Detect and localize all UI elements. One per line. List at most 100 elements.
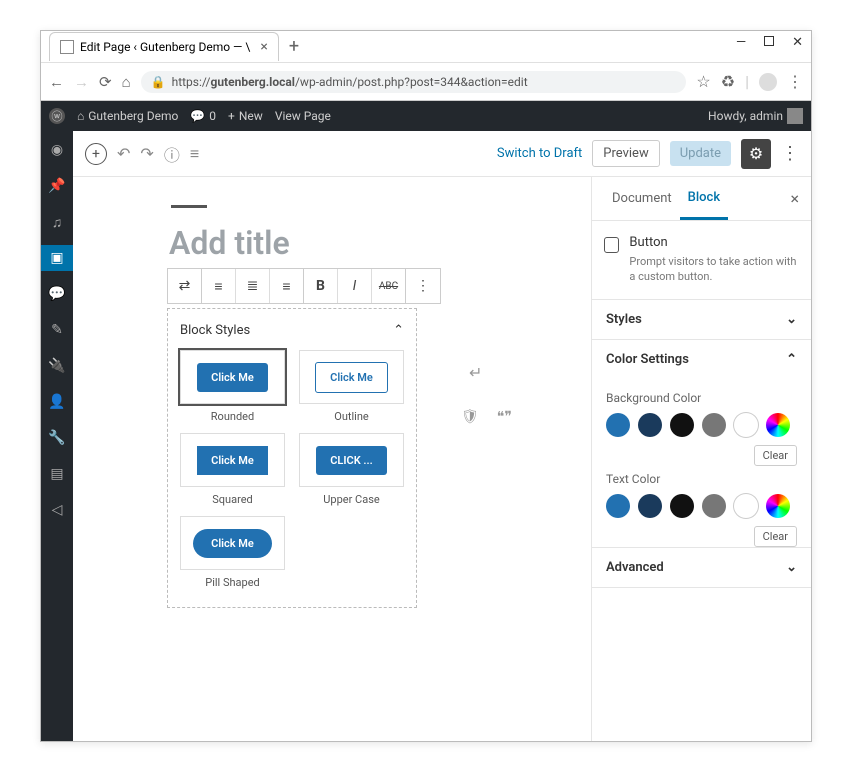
wp-logo-icon[interactable]: ⓦ: [49, 108, 65, 124]
add-block-button[interactable]: +: [85, 143, 107, 165]
color-swatch[interactable]: [606, 494, 630, 518]
block-more-icon[interactable]: ⋮: [406, 269, 440, 303]
redo-icon[interactable]: ↷: [140, 144, 153, 163]
demo-button-outline: Click Me: [315, 362, 388, 393]
switch-to-draft-button[interactable]: Switch to Draft: [497, 146, 582, 161]
style-preview-squared[interactable]: Click Me: [180, 433, 285, 487]
url-input[interactable]: 🔒 https://gutenberg.local/wp-admin/post.…: [141, 71, 687, 93]
color-swatch[interactable]: [670, 494, 694, 518]
recycle-icon[interactable]: ♻: [721, 72, 735, 91]
post-title-input[interactable]: Add title: [169, 224, 591, 262]
color-swatch[interactable]: [702, 413, 726, 437]
forward-icon[interactable]: →: [74, 73, 89, 91]
clear-bg-color-button[interactable]: Clear: [754, 445, 797, 466]
align-left-icon[interactable]: ≡: [202, 269, 236, 303]
block-title: Button: [629, 235, 799, 250]
browser-tab[interactable]: Edit Page ‹ Gutenberg Demo — \ ×: [49, 32, 279, 61]
preview-button[interactable]: Preview: [592, 140, 659, 167]
nav-dashboard-icon[interactable]: ◉: [41, 137, 73, 163]
bg-color-swatches: [606, 413, 797, 437]
sidebar-tabs: Document Block ×: [592, 177, 811, 221]
tab-document[interactable]: Document: [604, 179, 680, 218]
color-swatch[interactable]: [734, 494, 758, 518]
panel-color-label: Color Settings: [606, 352, 689, 367]
panel-advanced: Advanced ⌄: [592, 548, 811, 588]
comment-icon: 💬: [190, 109, 205, 123]
color-swatch[interactable]: [766, 413, 790, 437]
style-card-squared: Click MeSquared: [180, 433, 285, 506]
wp-admin-sidebar: ◉ 📌 ♫ ▣ 💬 ✎ 🔌 👤 🔧 ▤ ◁: [41, 131, 73, 741]
demo-button-squared: Click Me: [197, 446, 268, 475]
demo-button-upper: CLICK ...: [316, 446, 387, 475]
nav-media-icon[interactable]: ♫: [41, 209, 73, 235]
nav-comments-icon[interactable]: 💬: [41, 281, 73, 307]
adminbar-howdy[interactable]: Howdy, admin: [708, 108, 803, 124]
close-window-icon[interactable]: ✕: [792, 35, 803, 50]
back-icon[interactable]: ←: [49, 73, 64, 91]
reload-icon[interactable]: ⟳: [99, 73, 112, 91]
wp-admin-bar: ⓦ ⌂Gutenberg Demo 💬0 +New View Page Howd…: [41, 101, 811, 131]
profile-avatar-icon[interactable]: [759, 73, 777, 91]
nav-settings-icon[interactable]: ▤: [41, 461, 73, 487]
adminbar-new[interactable]: +New: [228, 109, 263, 123]
style-label: Rounded: [180, 410, 285, 423]
browser-titlebar: Edit Page ‹ Gutenberg Demo — \ × + — ✕: [41, 31, 811, 63]
tab-block[interactable]: Block: [680, 178, 728, 220]
color-swatch[interactable]: [702, 494, 726, 518]
browser-menu-icon[interactable]: ⋮: [787, 72, 803, 91]
color-swatch[interactable]: [734, 413, 758, 437]
home-icon[interactable]: ⌂: [122, 73, 131, 91]
style-card-pill: Click Me Pill Shaped: [180, 516, 285, 589]
block-description: Prompt visitors to take action with a cu…: [629, 254, 799, 285]
style-label: Pill Shaped: [180, 576, 285, 589]
maximize-icon[interactable]: [764, 35, 774, 50]
text-color-swatches: [606, 494, 797, 518]
nav-posts-icon[interactable]: 📌: [41, 173, 73, 199]
color-swatch[interactable]: [766, 494, 790, 518]
text-color-label: Text Color: [606, 472, 797, 486]
nav-appearance-icon[interactable]: ✎: [41, 317, 73, 343]
adminbar-site-name[interactable]: ⌂Gutenberg Demo: [77, 109, 178, 123]
settings-gear-button[interactable]: ⚙: [741, 139, 771, 169]
color-swatch[interactable]: [606, 413, 630, 437]
transform-block-icon[interactable]: ⇄: [168, 269, 202, 303]
plus-icon: +: [228, 109, 235, 123]
nav-pages-icon[interactable]: ▣: [41, 245, 73, 271]
editor-toolbar: + ↶ ↷ ⓘ ≡ Switch to Draft Preview Update…: [73, 131, 811, 177]
tab-close-icon[interactable]: ×: [260, 39, 267, 55]
block-styles-popover: Block Styles ⌃ Click Me Rounded Click Me Ou…: [167, 308, 417, 608]
adminbar-view-page[interactable]: View Page: [275, 109, 331, 123]
color-swatch[interactable]: [670, 413, 694, 437]
block-styles-heading: Block Styles: [180, 323, 250, 338]
italic-icon[interactable]: I: [338, 269, 372, 303]
strikethrough-icon[interactable]: ABC: [372, 269, 406, 303]
style-preview-upper[interactable]: CLICK ...: [299, 433, 404, 487]
style-preview-rounded[interactable]: Click Me: [180, 350, 285, 404]
nav-users-icon[interactable]: 👤: [41, 389, 73, 415]
star-icon[interactable]: ☆: [696, 72, 710, 91]
style-preview-pill[interactable]: Click Me: [180, 516, 285, 570]
align-center-icon[interactable]: ≣: [236, 269, 270, 303]
nav-plugins-icon[interactable]: 🔌: [41, 353, 73, 379]
style-preview-outline[interactable]: Click Me: [299, 350, 404, 404]
undo-icon[interactable]: ↶: [117, 144, 130, 163]
color-swatch[interactable]: [638, 413, 662, 437]
nav-tools-icon[interactable]: 🔧: [41, 425, 73, 451]
close-sidebar-icon[interactable]: ×: [790, 189, 799, 208]
outline-icon[interactable]: ≡: [190, 144, 199, 164]
bold-icon[interactable]: B: [304, 269, 338, 303]
align-right-icon[interactable]: ≡: [270, 269, 304, 303]
editor-more-icon[interactable]: ⋮: [781, 143, 799, 164]
adminbar-comments[interactable]: 💬0: [190, 109, 216, 123]
style-label: Outline: [299, 410, 404, 423]
new-tab-button[interactable]: +: [289, 36, 299, 57]
update-button[interactable]: Update: [670, 141, 731, 166]
minimize-icon[interactable]: —: [736, 35, 746, 50]
panel-styles-label: Styles: [606, 312, 642, 327]
info-icon[interactable]: ⓘ: [164, 142, 180, 166]
chevron-up-icon[interactable]: ⌃: [393, 323, 404, 338]
nav-collapse-icon[interactable]: ◁: [41, 497, 73, 523]
clear-text-color-button[interactable]: Clear: [754, 526, 797, 547]
color-swatch[interactable]: [638, 494, 662, 518]
editor-canvas[interactable]: Add title ⇄ ≡ ≣ ≡ B I ABC ⋮ Block Styles: [73, 177, 591, 741]
